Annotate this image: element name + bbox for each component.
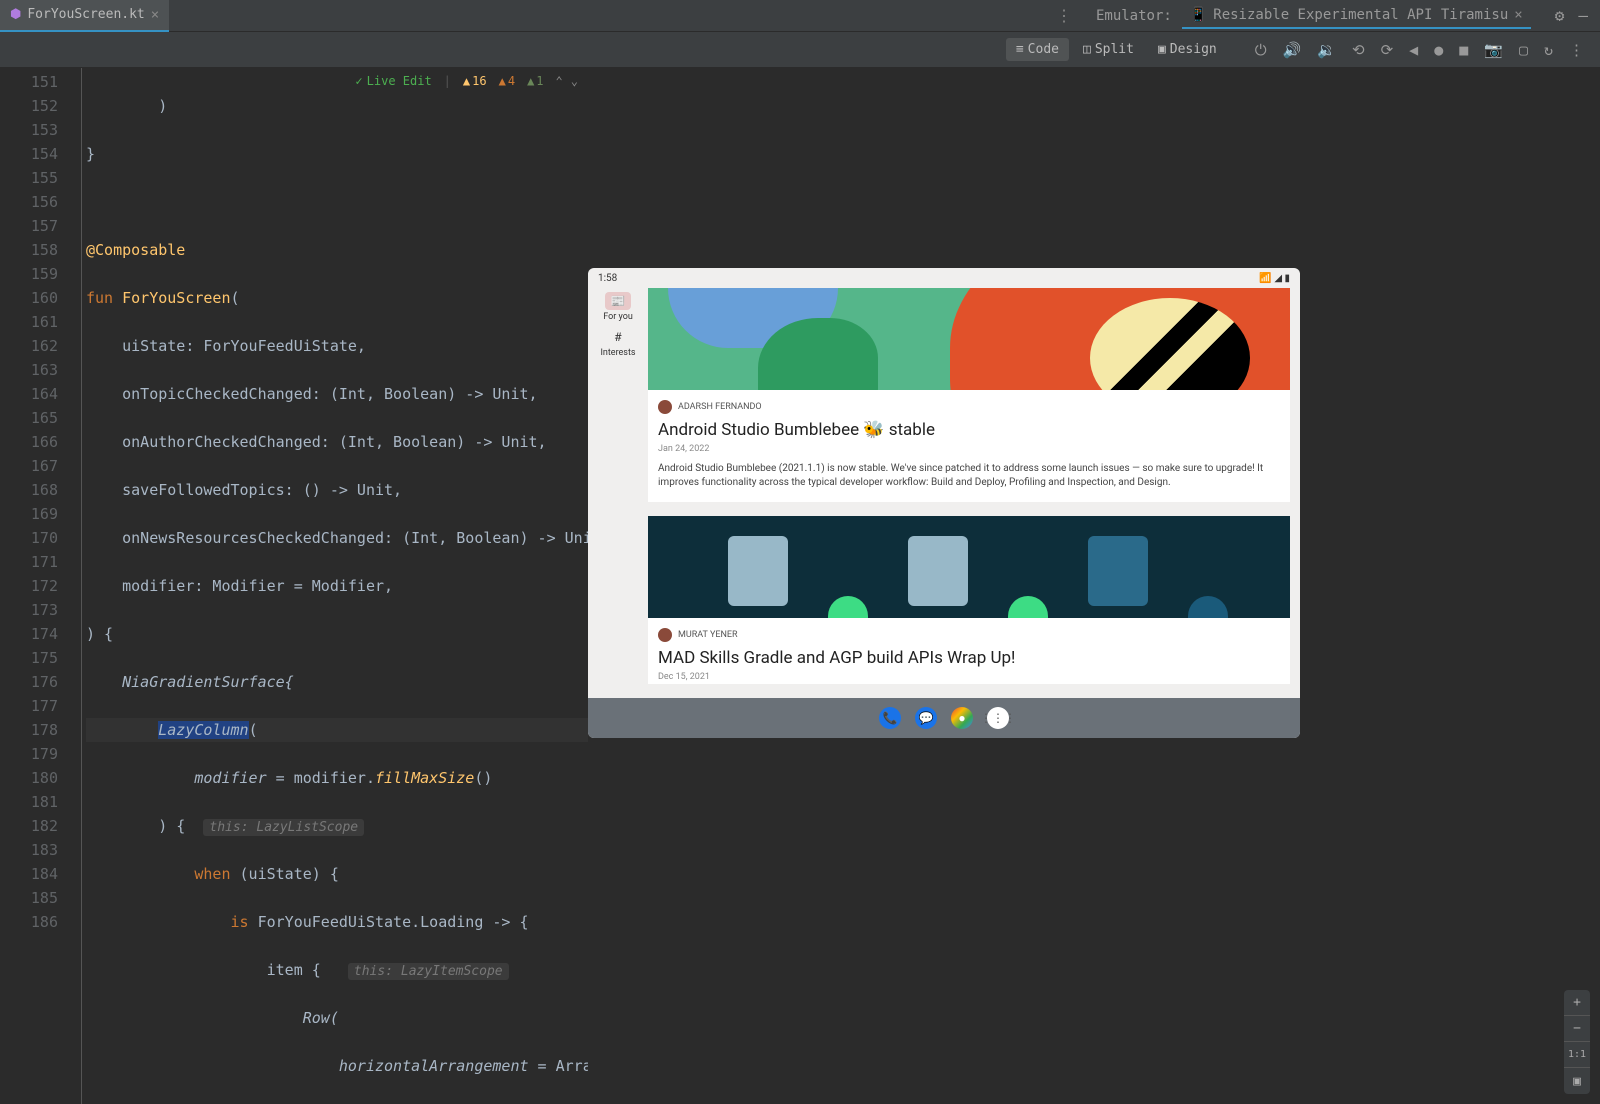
interests-icon: #	[605, 328, 631, 346]
menu-icon[interactable]: ⋮	[1044, 6, 1084, 25]
device-icon: 📱	[1190, 7, 1207, 23]
zoom-out-button[interactable]: −	[1564, 1016, 1590, 1042]
design-icon: ▣	[1158, 42, 1166, 57]
close-icon[interactable]: ×	[1514, 7, 1522, 23]
code-area[interactable]: 1511521531541551561571581591601611621631…	[0, 68, 588, 1104]
feed[interactable]: ADARSH FERNANDO Android Studio Bumblebee…	[648, 288, 1300, 698]
minimize-icon[interactable]: —	[1578, 6, 1588, 25]
editor-pane: ✓ Live Edit | ▲ 16 ▲ 4 ▲ 1 ⌃ ⌄ 151152153…	[0, 68, 588, 1104]
kotlin-file-icon: ⬢	[10, 7, 21, 22]
app-dock: 📞 💬 ● ⋮⋮⋮	[588, 698, 1300, 738]
stop-icon[interactable]: ■	[1459, 41, 1468, 59]
app-body: 📰 For you # Interests	[588, 288, 1300, 698]
nav-interests-label: Interests	[600, 348, 635, 358]
zoom-fit-button[interactable]: ▣	[1564, 1068, 1590, 1094]
view-tab-code-label: Code	[1028, 42, 1059, 57]
emulator-device-tab[interactable]: 📱 Resizable Experimental API Tiramisu ×	[1182, 3, 1531, 29]
card-description: Android Studio Bumblebee (2021.1.1) is n…	[648, 456, 1290, 502]
prev-highlight-icon[interactable]: ⌃	[556, 74, 563, 88]
card-author-row: ADARSH FERNANDO	[648, 390, 1290, 418]
view-tab-split[interactable]: ◫ Split	[1073, 38, 1144, 61]
view-tab-design-label: Design	[1170, 42, 1217, 57]
device-screen[interactable]: 1:58 📶 ◢ ▮ 📰 For you # Interests	[588, 268, 1300, 738]
card-title: MAD Skills Gradle and AGP build APIs Wra…	[648, 646, 1290, 670]
close-icon[interactable]: ×	[151, 7, 159, 23]
warn4-count: 4	[508, 74, 515, 88]
reload-icon[interactable]: ↻	[1544, 41, 1553, 59]
live-edit-indicator[interactable]: ✓ Live Edit	[355, 74, 431, 88]
split-icon: ◫	[1083, 42, 1091, 57]
view-tab-design[interactable]: ▣ Design	[1148, 38, 1227, 61]
more-icon[interactable]: ⋮	[1569, 41, 1584, 59]
apps-drawer-icon[interactable]: ⋮⋮⋮	[987, 707, 1009, 729]
emulator-pane: 1:58 📶 ◢ ▮ 📰 For you # Interests	[588, 68, 1600, 1104]
card-author-row: MURAT YENER	[648, 618, 1290, 646]
feed-card[interactable]: MURAT YENER MAD Skills Gradle and AGP bu…	[648, 516, 1290, 684]
top-bar: ⬢ ForYouScreen.kt × ⋮ Emulator: 📱 Resiza…	[0, 0, 1600, 32]
view-tab-split-label: Split	[1095, 42, 1134, 57]
messages-app-icon[interactable]: 💬	[915, 707, 937, 729]
avatar	[658, 628, 672, 642]
warn16-count: 16	[472, 74, 486, 88]
line-gutter: 1511521531541551561571581591601611621631…	[0, 68, 68, 1104]
zoom-ratio-button[interactable]: 1:1	[1564, 1042, 1590, 1068]
nav-foryou-label: For you	[603, 312, 633, 322]
warn1-count: 1	[536, 74, 543, 88]
card-date: Dec 15, 2021	[648, 670, 1290, 684]
rotate-right-icon[interactable]: ⟳	[1381, 41, 1394, 59]
code-icon: ≡	[1016, 42, 1024, 57]
toolbar-row: ≡ Code ◫ Split ▣ Design ⏻ 🔊 🔉 ⟲ ⟳ ◀ ● ■ …	[0, 32, 1600, 68]
inspection-nav: ⌃ ⌄	[556, 74, 578, 88]
card-title: Android Studio Bumblebee 🐝 stable	[648, 418, 1290, 442]
volume-up-icon[interactable]: 🔊	[1283, 41, 1302, 59]
status-bar: 1:58 📶 ◢ ▮	[588, 268, 1300, 288]
volume-down-icon[interactable]: 🔉	[1317, 41, 1336, 59]
phone-app-icon[interactable]: 📞	[879, 707, 901, 729]
card-hero-image	[648, 288, 1290, 390]
emulator-label: Emulator:	[1096, 8, 1172, 24]
warning-yellow-badge[interactable]: ▲ 16	[463, 74, 487, 88]
record-icon[interactable]: ●	[1434, 41, 1443, 59]
file-tab-foryou[interactable]: ⬢ ForYouScreen.kt ×	[0, 0, 169, 32]
warning-green-badge[interactable]: ▲ 1	[527, 74, 543, 88]
screenshot-icon[interactable]: 📷	[1484, 41, 1503, 59]
nav-item-interests[interactable]: # Interests	[600, 328, 635, 358]
gear-icon[interactable]: ⚙	[1555, 6, 1565, 25]
card-hero-image	[648, 516, 1290, 618]
rotate-left-icon[interactable]: ⟲	[1352, 41, 1365, 59]
emulator-toolbar: ⏻ 🔊 🔉 ⟲ ⟳ ◀ ● ■ 📷 ▢ ↻ ⋮	[1239, 32, 1600, 67]
live-edit-label: Live Edit	[367, 74, 432, 88]
card-author: ADARSH FERNANDO	[678, 402, 762, 412]
power-icon[interactable]: ⏻	[1255, 41, 1267, 59]
warning-orange-badge[interactable]: ▲ 4	[499, 74, 515, 88]
view-tab-code[interactable]: ≡ Code	[1006, 38, 1069, 61]
file-tab-label: ForYouScreen.kt	[27, 7, 144, 22]
zoom-in-button[interactable]: +	[1564, 990, 1590, 1016]
status-time: 1:58	[598, 273, 617, 284]
inspections-bar: ✓ Live Edit | ▲ 16 ▲ 4 ▲ 1 ⌃ ⌄	[355, 74, 578, 88]
window-controls: ⚙ —	[1543, 0, 1600, 31]
view-mode-tabs: ≡ Code ◫ Split ▣ Design	[0, 32, 1239, 67]
foryou-icon: 📰	[605, 292, 631, 310]
back-icon[interactable]: ◀	[1409, 41, 1418, 59]
next-highlight-icon[interactable]: ⌄	[571, 74, 578, 88]
main-split: ✓ Live Edit | ▲ 16 ▲ 4 ▲ 1 ⌃ ⌄ 151152153…	[0, 68, 1600, 1104]
avatar	[658, 400, 672, 414]
card-date: Jan 24, 2022	[648, 442, 1290, 456]
status-icons: 📶 ◢ ▮	[1259, 273, 1290, 284]
nav-item-foryou[interactable]: 📰 For you	[603, 292, 633, 322]
emulator-header: Emulator: 📱 Resizable Experimental API T…	[1084, 0, 1543, 31]
code-content[interactable]: ) } @Composable fun ForYouScreen( uiStat…	[82, 68, 588, 1104]
feed-card[interactable]: ADARSH FERNANDO Android Studio Bumblebee…	[648, 288, 1290, 502]
display-icon[interactable]: ▢	[1519, 41, 1528, 59]
card-author: MURAT YENER	[678, 630, 738, 640]
nav-rail: 📰 For you # Interests	[588, 288, 648, 698]
zoom-controls: + − 1:1 ▣	[1564, 990, 1590, 1094]
file-tabs: ⬢ ForYouScreen.kt × ⋮	[0, 0, 1084, 31]
fold-gutter	[68, 68, 82, 1104]
chrome-app-icon[interactable]: ●	[951, 707, 973, 729]
emulator-device-name: Resizable Experimental API Tiramisu	[1213, 7, 1508, 23]
